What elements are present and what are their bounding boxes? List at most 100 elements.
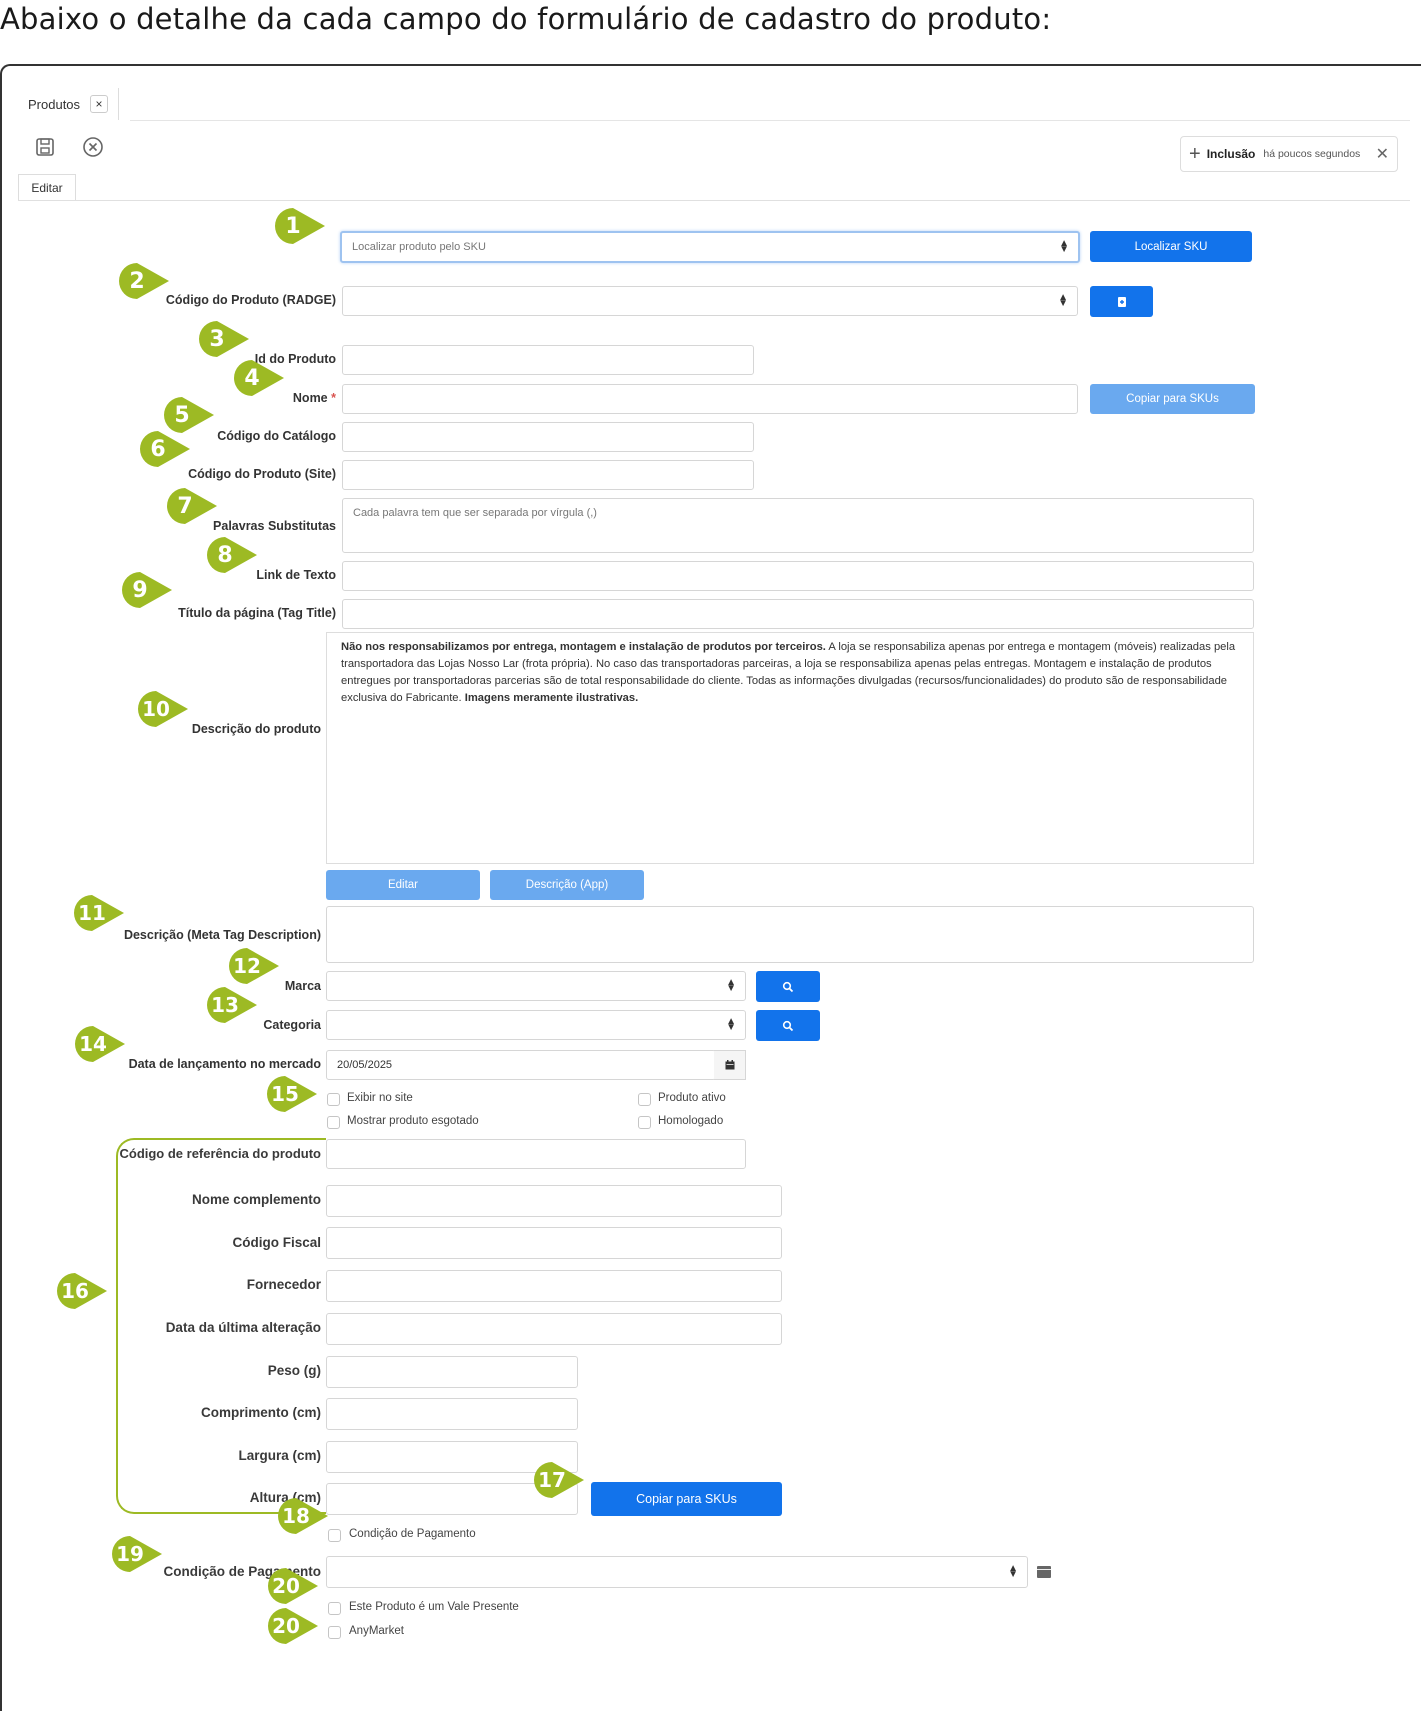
categoria-label: Categoria [263,1018,321,1032]
descricao-bold-1: Não nos responsabilizamos por entrega, m… [341,641,826,653]
sku-search-placeholder: Localizar produto pelo SKU [352,241,486,253]
comprimento-label: Comprimento (cm) [200,1405,321,1420]
callout-marker-21: 20 [266,1606,322,1646]
link-texto-input[interactable] [342,561,1254,591]
chevron-updown-icon: ▲ ▼ [1008,1563,1018,1580]
descricao-label: Descrição do produto [191,722,321,736]
callout-number: 20 [272,1614,300,1638]
sku-search-select[interactable]: Localizar produto pelo SKU ▲ ▼ [340,231,1080,263]
fornecedor-label: Fornecedor [246,1277,321,1292]
data-alteracao-input[interactable] [326,1313,782,1345]
anymarket-label: AnyMarket [349,1625,404,1637]
callout-marker-15: 15 [265,1074,321,1114]
condicao-pagamento-check-label: Condição de Pagamento [349,1528,476,1540]
descricao-editor[interactable]: Não nos responsabilizamos por entrega, m… [326,632,1254,864]
callout-marker-19: 19 [110,1534,166,1574]
largura-label: Largura (cm) [238,1448,321,1463]
floppy-disk-icon[interactable] [32,134,58,160]
callout-marker-12: 12 [227,946,283,986]
categoria-search-button[interactable] [756,1010,820,1041]
exibir-site-checkbox[interactable] [327,1093,340,1106]
exibir-site-label: Exibir no site [347,1092,413,1104]
marca-select[interactable]: ▲ ▼ [326,971,746,1001]
codigo-referencia-input[interactable] [326,1139,746,1169]
callout-marker-17: 17 [532,1460,588,1500]
editar-descricao-button[interactable]: Editar [326,870,480,900]
peso-input[interactable] [326,1356,578,1388]
close-icon[interactable]: ✕ [1376,144,1389,164]
callout-marker-8: 8 [205,535,261,575]
callout-number: 14 [79,1032,107,1056]
chevron-updown-icon: ▲ ▼ [1059,238,1069,255]
subtab-divider [18,200,1410,201]
codigo-fiscal-input[interactable] [326,1227,782,1259]
peso-label: Peso (g) [267,1363,321,1378]
copiar-skus-dimensoes-button[interactable]: Copiar para SKUs [591,1482,782,1516]
codigo-site-input[interactable] [342,460,754,490]
nome-complemento-label: Nome complemento [191,1192,321,1207]
callout-marker-2: 2 [117,261,173,301]
palavras-substitutas-textarea[interactable]: Cada palavra tem que ser separada por ví… [342,498,1254,553]
codigo-catalogo-input[interactable] [342,422,754,452]
anymarket-checkbox[interactable] [328,1626,341,1639]
search-icon [782,981,794,992]
intro-text: Abaixo o detalhe da cada campo do formul… [0,2,1052,36]
callout-marker-16: 16 [55,1271,111,1311]
new-document-button[interactable] [1090,286,1153,317]
callout-number: 3 [209,326,225,352]
palavras-substitutas-label: Palavras Substitutas [213,519,336,533]
titulo-input[interactable] [342,599,1254,629]
callout-number: 15 [271,1082,299,1106]
data-lancamento-input[interactable]: 20/05/2025 [326,1050,716,1080]
plus-icon: + [1189,143,1201,165]
link-texto-label: Link de Texto [256,568,336,582]
callout-number: 9 [132,577,148,603]
callout-number: 18 [282,1504,310,1528]
callout-number: 6 [150,436,166,462]
vale-presente-label: Este Produto é um Vale Presente [349,1601,519,1613]
codigo-catalogo-label: Código do Catálogo [217,429,336,443]
nome-input[interactable] [342,384,1078,414]
notification-time: há poucos segundos [1263,148,1361,160]
mostrar-esgotado-checkbox[interactable] [327,1116,340,1129]
codigo-site-label: Código do Produto (Site) [188,467,336,481]
tab-produtos[interactable]: Produtos × [18,88,120,120]
meta-desc-label: Descrição (Meta Tag Description) [123,928,321,942]
table-icon[interactable] [1036,1565,1052,1584]
homologado-checkbox[interactable] [638,1116,651,1129]
callout-marker-18: 18 [276,1496,332,1536]
marca-label: Marca [284,979,321,993]
id-produto-input[interactable] [342,345,754,375]
categoria-select[interactable]: ▲ ▼ [326,1010,746,1040]
produto-ativo-checkbox[interactable] [638,1093,651,1106]
tab-divider [130,120,1410,121]
search-icon [782,1020,794,1031]
callout-number: 12 [233,954,261,978]
descricao-bold-2: Imagens meramente ilustrativas. [464,692,639,704]
fornecedor-input[interactable] [326,1270,782,1302]
nome-complemento-input[interactable] [326,1185,782,1217]
descricao-app-button[interactable]: Descrição (App) [490,870,644,900]
comprimento-input[interactable] [326,1398,578,1430]
callout-marker-20: 20 [266,1566,322,1606]
callout-marker-14: 14 [73,1024,129,1064]
close-icon[interactable]: × [90,95,109,113]
calendar-icon[interactable] [714,1050,746,1080]
codigo-radge-select[interactable]: ▲ ▼ [342,286,1078,316]
produto-ativo-label: Produto ativo [658,1092,726,1104]
tab-label: Produtos [28,96,81,112]
vale-presente-checkbox[interactable] [328,1602,341,1615]
tab-editar[interactable]: Editar [18,174,76,201]
chevron-updown-icon: ▲ ▼ [726,977,736,994]
copiar-skus-nome-button[interactable]: Copiar para SKUs [1090,384,1255,414]
callout-marker-11: 11 [72,893,128,933]
chevron-updown-icon: ▲ ▼ [1058,292,1068,309]
marca-search-button[interactable] [756,971,820,1002]
palavras-placeholder: Cada palavra tem que ser separada por ví… [353,507,597,519]
localizar-sku-button[interactable]: Localizar SKU [1090,231,1252,262]
meta-desc-textarea[interactable] [326,906,1254,963]
notification-title: Inclusão [1206,147,1256,161]
circle-x-icon[interactable] [80,134,106,160]
codigo-fiscal-label: Código Fiscal [232,1235,321,1250]
condicao-pagamento-select[interactable]: ▲ ▼ [326,1556,1028,1588]
